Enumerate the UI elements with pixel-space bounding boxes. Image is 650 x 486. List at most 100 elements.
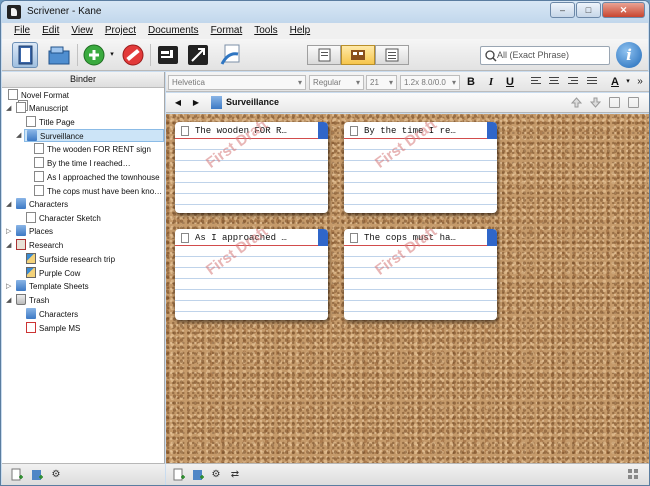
binder-item-manuscript[interactable]: Manuscript: [16, 102, 156, 115]
close-button[interactable]: ✕: [602, 2, 645, 18]
binder-item-character-sketch[interactable]: Character Sketch: [26, 212, 156, 225]
add-card-icon[interactable]: [172, 468, 186, 482]
collapse-arrow-icon[interactable]: ◢: [6, 102, 13, 115]
research-icon: [16, 239, 26, 250]
binder-item-trash-characters[interactable]: Characters: [26, 308, 156, 321]
binder-item-places[interactable]: Places: [16, 225, 156, 238]
binder-item-research[interactable]: Research: [16, 239, 156, 252]
binder-item-template-sheets[interactable]: Template Sheets: [16, 280, 156, 293]
font-family-select[interactable]: Helvetica: [168, 75, 306, 90]
binder-item-characters[interactable]: Characters: [16, 198, 156, 211]
help-button[interactable]: i: [616, 42, 642, 68]
menu-documents[interactable]: Documents: [142, 23, 205, 39]
index-card[interactable]: As I approached … First Draft: [175, 229, 328, 320]
folder-icon: [26, 308, 36, 319]
label-tab: [487, 229, 497, 246]
grid-view-icon[interactable]: [626, 468, 640, 482]
split-editor-icon[interactable]: [609, 97, 620, 108]
menu-file[interactable]: File: [8, 23, 36, 39]
document-icon: [34, 185, 44, 196]
add-icon: [83, 44, 105, 66]
menu-project[interactable]: Project: [99, 23, 142, 39]
align-center-button[interactable]: [547, 75, 561, 89]
underline-button[interactable]: U: [503, 75, 517, 89]
add-folder-icon[interactable]: [191, 468, 205, 482]
composition-mode-button[interactable]: [185, 42, 211, 68]
expand-arrow-icon[interactable]: ▷: [6, 280, 13, 293]
binder-item-novel-format[interactable]: Novel Format: [8, 89, 158, 102]
italic-button[interactable]: I: [484, 75, 498, 89]
forward-button[interactable]: ▶: [189, 96, 203, 110]
collapse-arrow-icon[interactable]: ◢: [16, 129, 23, 142]
expand-arrow-icon[interactable]: ▷: [6, 225, 13, 238]
align-left-button[interactable]: [529, 75, 543, 89]
collapse-arrow-icon[interactable]: ◢: [6, 294, 13, 307]
label-tab: [318, 229, 328, 246]
main-toolbar: ▾ All (Exact Phrase) i: [2, 39, 648, 71]
minimize-button[interactable]: –: [550, 2, 575, 18]
menu-tools[interactable]: Tools: [248, 23, 283, 39]
menu-format[interactable]: Format: [205, 23, 249, 39]
collections-icon: [48, 46, 70, 65]
settings-gear-icon[interactable]: ⚙: [49, 468, 63, 482]
binder-item-sample-ms[interactable]: Sample MS: [26, 322, 156, 335]
collapse-arrow-icon[interactable]: ◢: [6, 239, 13, 252]
add-document-icon[interactable]: [10, 468, 24, 482]
snapshot-button[interactable]: [218, 42, 244, 68]
view-mode-scrivenings-button[interactable]: [307, 45, 341, 65]
index-card[interactable]: The cops must ha… First Draft: [344, 229, 497, 320]
settings-gear-icon[interactable]: ⚙: [209, 468, 223, 482]
binder-item-surfside-research[interactable]: Surfside research trip: [26, 253, 156, 266]
binder-toggle-button[interactable]: [12, 42, 38, 68]
menu-edit[interactable]: Edit: [36, 23, 65, 39]
add-folder-icon[interactable]: [30, 468, 44, 482]
line-spacing-select[interactable]: 1.2x 8.0/0.0: [400, 75, 460, 90]
binder-item-purple-cow[interactable]: Purple Cow: [26, 267, 156, 280]
binder-item-scene-4[interactable]: The cops must have been kno…: [34, 185, 164, 198]
collections-button[interactable]: [46, 42, 72, 68]
index-card[interactable]: The wooden FOR R… First Draft: [175, 122, 328, 213]
swap-arrows-icon[interactable]: ⇄: [228, 468, 242, 482]
outline-view-icon: [385, 48, 399, 62]
editor-header-bar: ◀ ▶ Surveillance: [166, 93, 649, 113]
bold-button[interactable]: B: [464, 75, 478, 89]
document-icon: [26, 116, 36, 127]
binder-header: Binder: [2, 72, 164, 88]
justify-button[interactable]: [585, 75, 599, 89]
project-search-field[interactable]: All (Exact Phrase): [480, 46, 610, 65]
close-split-icon[interactable]: [628, 97, 639, 108]
document-icon: [181, 126, 189, 136]
index-card[interactable]: By the time I re… First Draft: [344, 122, 497, 213]
back-button[interactable]: ◀: [171, 96, 185, 110]
binder-item-surveillance[interactable]: Surveillance: [24, 129, 164, 142]
binder-item-scene-3[interactable]: As I approached the townhouse: [34, 171, 164, 184]
down-arrow-icon[interactable]: [589, 97, 602, 108]
document-icon: [34, 157, 44, 168]
view-mode-corkboard-button[interactable]: [341, 45, 375, 65]
fullscreen-icon: [188, 45, 208, 65]
binder-item-scene-1[interactable]: The wooden FOR RENT sign: [34, 143, 164, 156]
menu-bar: File Edit View Project Documents Format …: [2, 23, 648, 39]
binder-item-trash[interactable]: Trash: [16, 294, 156, 307]
add-dropdown-arrow[interactable]: ▾: [107, 42, 117, 68]
binder-item-scene-2[interactable]: By the time I reached…: [34, 157, 164, 170]
font-size-select[interactable]: 21: [366, 75, 397, 90]
menu-help[interactable]: Help: [284, 23, 317, 39]
add-button[interactable]: [82, 42, 108, 68]
maximize-button[interactable]: □: [576, 2, 601, 18]
snapshot-icon: [220, 44, 240, 65]
delete-button[interactable]: [120, 42, 146, 68]
more-options-icon[interactable]: »: [633, 75, 647, 89]
up-arrow-icon[interactable]: [570, 97, 583, 108]
view-mode-outline-button[interactable]: [375, 45, 409, 65]
collapse-arrow-icon[interactable]: ◢: [6, 198, 13, 211]
font-style-select[interactable]: Regular: [309, 75, 364, 90]
folder-icon: [16, 280, 26, 291]
binder-item-title-page[interactable]: Title Page: [26, 116, 156, 129]
compile-button[interactable]: [155, 42, 181, 68]
document-icon: [26, 212, 36, 223]
image-icon: [26, 267, 36, 278]
align-right-button[interactable]: [566, 75, 580, 89]
text-color-button[interactable]: A: [608, 75, 622, 89]
menu-view[interactable]: View: [65, 23, 99, 39]
